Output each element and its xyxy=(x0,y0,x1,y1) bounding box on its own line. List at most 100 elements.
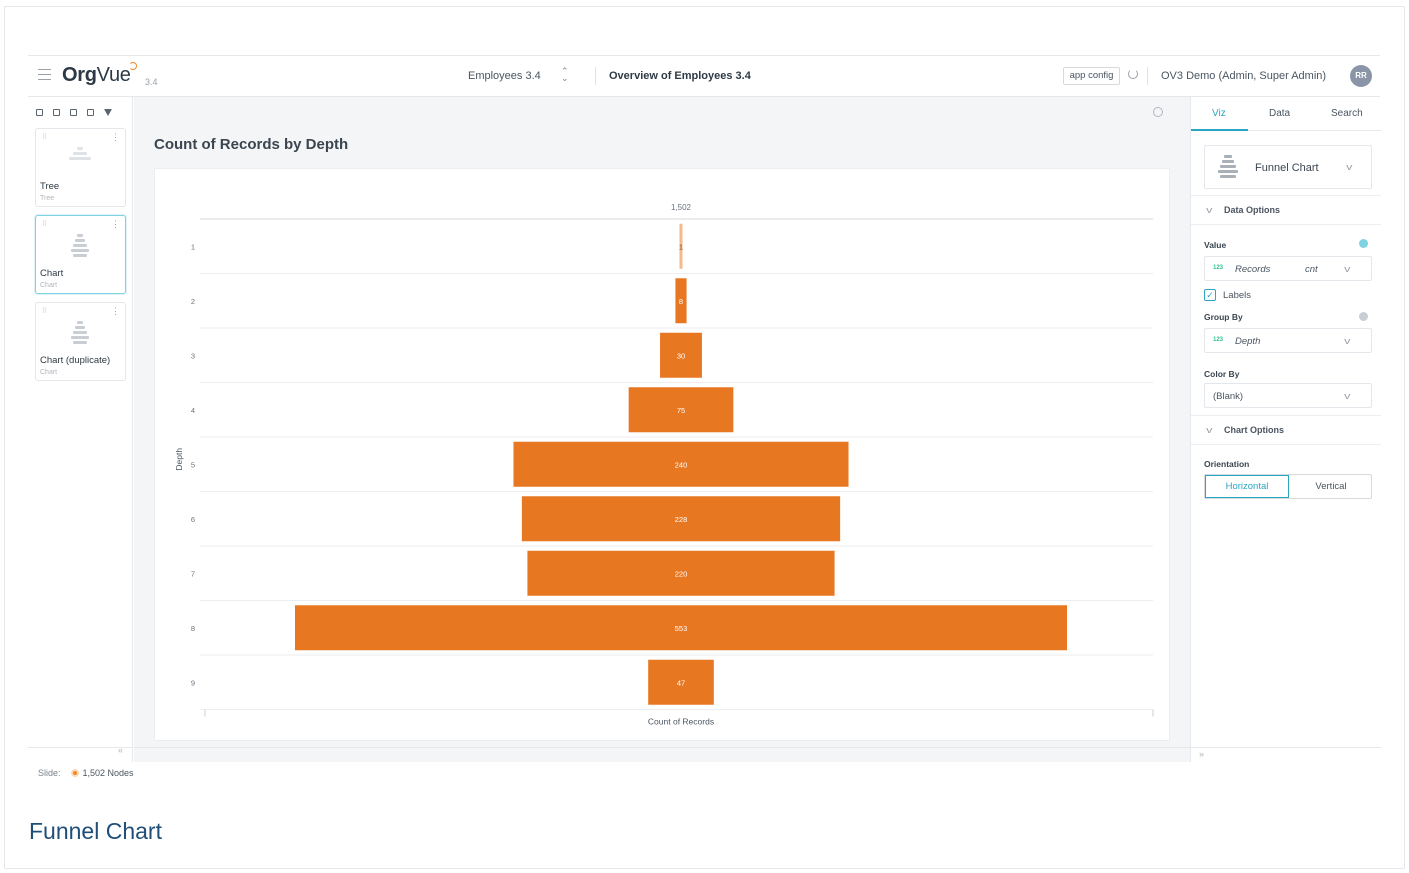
collapse-panel-icon[interactable]: « xyxy=(118,745,123,755)
tab-viz[interactable]: Viz xyxy=(1212,108,1226,119)
y-tick-label: 2 xyxy=(191,297,195,306)
data-options-label: Data Options xyxy=(1224,205,1281,215)
expand-panel-icon[interactable]: » xyxy=(1199,749,1204,759)
more-icon[interactable]: ⋮ xyxy=(111,306,120,317)
chevron-down-icon: v xyxy=(1206,205,1213,215)
funnel-thumbnail-icon xyxy=(69,321,91,349)
bar-data-label: 1 xyxy=(679,242,683,251)
copy-icon[interactable] xyxy=(87,109,94,116)
slide-card-tree[interactable]: ⠿ ⋮ Tree Tree xyxy=(35,128,126,207)
tab-data[interactable]: Data xyxy=(1269,108,1290,119)
bar-data-label: 8 xyxy=(679,297,683,306)
total-label: 1,502 xyxy=(671,203,692,212)
tree-thumbnail-icon xyxy=(69,147,91,175)
more-icon[interactable]: ⋮ xyxy=(111,219,120,230)
info-icon[interactable] xyxy=(1359,312,1368,321)
labels-checkbox[interactable]: ✓ xyxy=(1204,289,1216,301)
app-config-button[interactable]: app config xyxy=(1063,67,1120,85)
funnel-chart[interactable]: 1,502 1 1 2 8 3 30 4 75 5 240 6 228 7 220 8 553 9 47 Count … xyxy=(154,168,1170,741)
color-by-select[interactable]: (Blank) v xyxy=(1204,383,1372,408)
y-tick-label: 9 xyxy=(191,678,195,687)
color-by-value: (Blank) xyxy=(1213,391,1244,402)
value-label: Value xyxy=(1204,240,1227,250)
value-field: Records xyxy=(1235,264,1271,275)
slide-status: Slide: 1,502 Nodes xyxy=(38,768,134,778)
dataset-selector[interactable]: Employees 3.4 xyxy=(468,70,541,82)
chevron-down-icon: v xyxy=(1344,336,1351,346)
y-tick-label: 3 xyxy=(191,351,195,360)
filter-icon[interactable] xyxy=(104,109,112,116)
x-axis-label: Count of Records xyxy=(648,717,714,727)
drag-handle-icon[interactable]: ⠿ xyxy=(42,133,47,141)
group-by-select[interactable]: 123 Depth v xyxy=(1204,328,1372,353)
group-by-label: Group By xyxy=(1204,312,1243,322)
y-tick-label: 4 xyxy=(191,406,195,415)
value-field-select[interactable]: 123 Records cnt v xyxy=(1204,256,1372,281)
value-aggregation: cnt xyxy=(1305,264,1318,275)
page-title: Overview of Employees 3.4 xyxy=(609,70,751,82)
slide-card-title: Chart xyxy=(40,268,64,279)
slide-card-subtitle: Chart xyxy=(40,369,58,376)
slide-card-title: Tree xyxy=(40,181,60,192)
y-tick-label: 7 xyxy=(191,569,195,578)
bar-data-label: 228 xyxy=(675,515,688,524)
numeric-type-icon: 123 xyxy=(1213,337,1224,343)
panel-toolbar xyxy=(36,103,122,116)
data-options-section[interactable]: v Data Options xyxy=(1191,195,1381,225)
orgvue-logo: OrgVue xyxy=(62,64,131,86)
y-tick-label: 6 xyxy=(191,515,195,524)
sync-icon[interactable] xyxy=(1128,69,1138,79)
orientation-vertical-button[interactable]: Vertical xyxy=(1289,475,1373,498)
frame-icon[interactable] xyxy=(70,109,77,116)
chevron-down-icon: v xyxy=(1206,425,1213,435)
chart-type-label: Funnel Chart xyxy=(1255,162,1319,174)
logo-mark-icon xyxy=(129,62,137,70)
node-status-icon xyxy=(70,769,79,777)
slide-card-chart-duplicate[interactable]: ⠿ ⋮ Chart (duplicate) Chart xyxy=(35,302,126,381)
orientation-horizontal-button[interactable]: Horizontal xyxy=(1205,475,1289,498)
canvas-divider xyxy=(134,747,1190,748)
drag-handle-icon[interactable]: ⠿ xyxy=(42,220,47,228)
orientation-label: Orientation xyxy=(1204,459,1250,469)
tab-search[interactable]: Search xyxy=(1331,108,1363,119)
funnel-thumbnail-icon xyxy=(69,234,91,262)
chevron-down-icon: v xyxy=(1344,264,1351,274)
slide-card-title: Chart (duplicate) xyxy=(40,355,111,366)
labels-checkbox-label: Labels xyxy=(1223,290,1251,301)
save-icon[interactable] xyxy=(36,109,43,116)
funnel-chart-svg: 1,502 1 1 2 8 3 30 4 75 5 240 6 228 7 220 8 553 9 47 Count … xyxy=(174,203,1154,727)
bar-data-label: 240 xyxy=(675,460,688,469)
drag-handle-icon[interactable]: ⠿ xyxy=(42,307,47,315)
chart-options-label: Chart Options xyxy=(1224,425,1284,435)
slide-card-chart[interactable]: ⠿ ⋮ Chart Chart xyxy=(35,215,126,294)
hamburger-menu-icon[interactable] xyxy=(38,69,51,80)
app-version: 3.4 xyxy=(145,77,158,87)
numeric-type-icon: 123 xyxy=(1213,265,1224,271)
more-icon[interactable]: ⋮ xyxy=(111,132,120,143)
figure-caption: Funnel Chart xyxy=(29,818,162,844)
viz-title: Count of Records by Depth xyxy=(154,136,349,153)
settings-icon[interactable] xyxy=(1153,107,1163,117)
header-divider xyxy=(1147,67,1148,85)
user-name[interactable]: OV3 Demo (Admin, Super Admin) xyxy=(1161,70,1326,82)
node-count: 1,502 Nodes xyxy=(82,768,134,778)
grid-icon[interactable] xyxy=(53,109,60,116)
bar-data-label: 30 xyxy=(677,351,685,360)
y-tick-label: 8 xyxy=(191,624,195,633)
dataset-switch-icon[interactable]: ⌃ ⌄ xyxy=(561,67,569,83)
color-by-label: Color By xyxy=(1204,369,1240,379)
chart-type-select[interactable]: Funnel Chart v xyxy=(1204,145,1372,189)
active-tab-indicator xyxy=(1191,129,1248,131)
properties-panel: Viz Data Search Funnel Chart v v Data Op… xyxy=(1190,97,1381,762)
bar-data-label: 553 xyxy=(675,624,688,633)
slide-card-subtitle: Tree xyxy=(40,195,55,202)
viz-canvas: Count of Records by Depth 1,502 1 1 2 8 3 30 4 7… xyxy=(134,97,1190,762)
info-icon[interactable] xyxy=(1359,239,1368,248)
header-divider xyxy=(595,67,596,85)
chevron-down-icon: v xyxy=(1344,391,1351,401)
chart-options-section[interactable]: v Chart Options xyxy=(1191,415,1381,445)
group-by-field: Depth xyxy=(1235,336,1261,347)
avatar[interactable]: RR xyxy=(1350,65,1372,87)
bar-data-label: 47 xyxy=(677,678,685,687)
bar-data-label: 220 xyxy=(675,569,688,578)
